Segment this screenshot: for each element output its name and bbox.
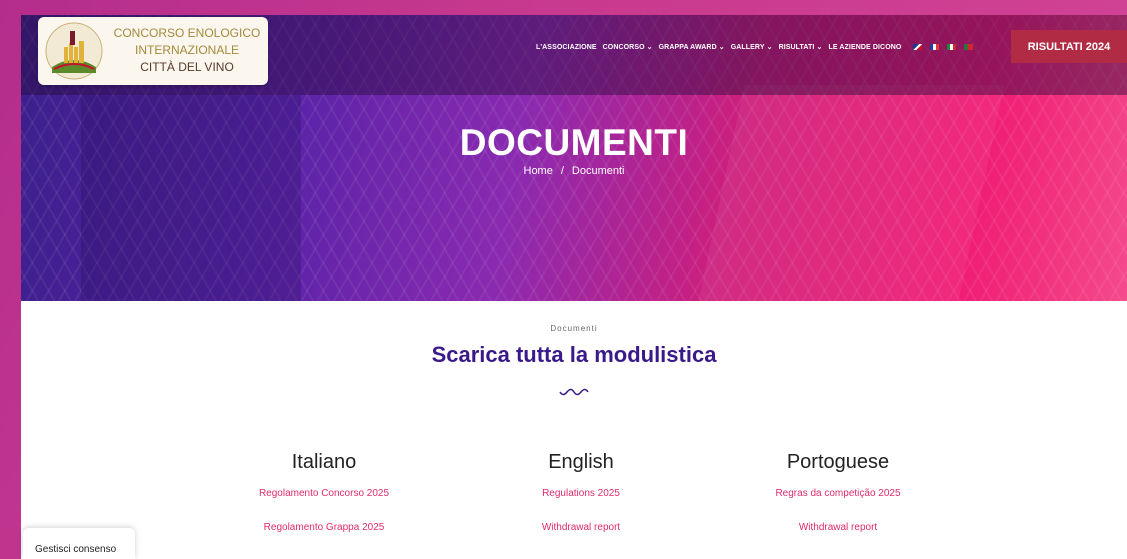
- nav-item-label: RISULTATI: [778, 43, 815, 51]
- document-link[interactable]: Regras da competição 2025: [728, 488, 948, 500]
- nav-item-label: CONCORSO: [602, 43, 645, 51]
- documents-column-italiano: Italiano Regolamento Concorso 2025 Regol…: [214, 451, 434, 556]
- section-title: Scarica tutta la modulistica: [431, 342, 717, 367]
- squiggle-divider-icon: [559, 388, 589, 396]
- portugal-flag-icon[interactable]: [964, 44, 974, 50]
- column-heading: Portoguese: [786, 451, 890, 473]
- logo-line: INTERNAZIONALE: [134, 43, 239, 57]
- nav-item-label: LE AZIENDE DICONO: [828, 43, 902, 51]
- logo-seal-icon: [45, 22, 103, 80]
- nav-item-gallery[interactable]: GALLERY ⌄: [730, 43, 773, 52]
- site-logo[interactable]: CONCORSO ENOLOGICO INTERNAZIONALE CITTÀ …: [38, 17, 268, 85]
- page-title: DOCUMENTI: [459, 122, 689, 163]
- main-nav: L'ASSOCIAZIONE CONCORSO ⌄ GRAPPA AWARD ⌄…: [536, 40, 974, 54]
- logo-line: CITTÀ DEL VINO: [140, 60, 234, 74]
- document-link[interactable]: Withdrawal report: [471, 522, 691, 534]
- document-link[interactable]: Regolamento Grappa 2025: [214, 522, 434, 534]
- nav-item-aziende-dicono[interactable]: LE AZIENDE DICONO: [828, 44, 901, 51]
- uk-flag-icon[interactable]: [913, 44, 923, 50]
- chevron-down-icon: ⌄: [766, 44, 773, 51]
- document-link[interactable]: Withdrawal report: [728, 522, 948, 534]
- section-eyebrow: Documenti: [550, 324, 598, 333]
- manage-consent-button[interactable]: Gestisci consenso: [23, 528, 135, 559]
- column-heading: English: [548, 451, 614, 473]
- nav-item-grappa-award[interactable]: GRAPPA AWARD ⌄: [658, 43, 725, 52]
- language-flags: [913, 44, 974, 50]
- nav-item-label: GALLERY: [730, 43, 765, 51]
- breadcrumb-home-link[interactable]: Home: [524, 165, 553, 177]
- logo-text: CONCORSO ENOLOGICO INTERNAZIONALE CITTÀ …: [108, 25, 266, 76]
- documents-column-portoguese: Portoguese Regras da competição 2025 Wit…: [728, 451, 948, 556]
- risultati-2024-button[interactable]: RISULTATI 2024: [1011, 30, 1127, 63]
- nav-item-label: GRAPPA AWARD: [658, 43, 717, 51]
- hero-shape: [697, 85, 1005, 301]
- document-link[interactable]: Regulations 2025: [471, 488, 691, 500]
- documents-column-english: English Regulations 2025 Withdrawal repo…: [471, 451, 691, 556]
- nav-item-associazione[interactable]: L'ASSOCIAZIONE: [536, 44, 597, 51]
- hero-banner: CONCORSO ENOLOGICO INTERNAZIONALE CITTÀ …: [21, 15, 1127, 301]
- nav-item-label: L'ASSOCIAZIONE: [536, 43, 597, 51]
- breadcrumb-current: Documenti: [571, 165, 625, 177]
- chevron-down-icon: ⌄: [718, 44, 725, 51]
- chevron-down-icon: ⌄: [646, 44, 653, 51]
- column-heading: Italiano: [291, 451, 357, 473]
- top-navigation-bar: CONCORSO ENOLOGICO INTERNAZIONALE CITTÀ …: [21, 15, 1127, 95]
- nav-item-risultati[interactable]: RISULTATI ⌄: [778, 43, 823, 52]
- page-frame: CONCORSO ENOLOGICO INTERNAZIONALE CITTÀ …: [21, 15, 1127, 559]
- italy-flag-icon[interactable]: [947, 44, 957, 50]
- nav-item-concorso[interactable]: CONCORSO ⌄: [602, 43, 653, 52]
- breadcrumb: Home / Documenti: [21, 165, 1127, 177]
- document-link[interactable]: Regolamento Concorso 2025: [214, 488, 434, 500]
- breadcrumb-separator: /: [560, 165, 564, 177]
- france-flag-icon[interactable]: [930, 44, 940, 50]
- chevron-down-icon: ⌄: [816, 44, 823, 51]
- logo-line: CONCORSO ENOLOGICO: [113, 26, 261, 40]
